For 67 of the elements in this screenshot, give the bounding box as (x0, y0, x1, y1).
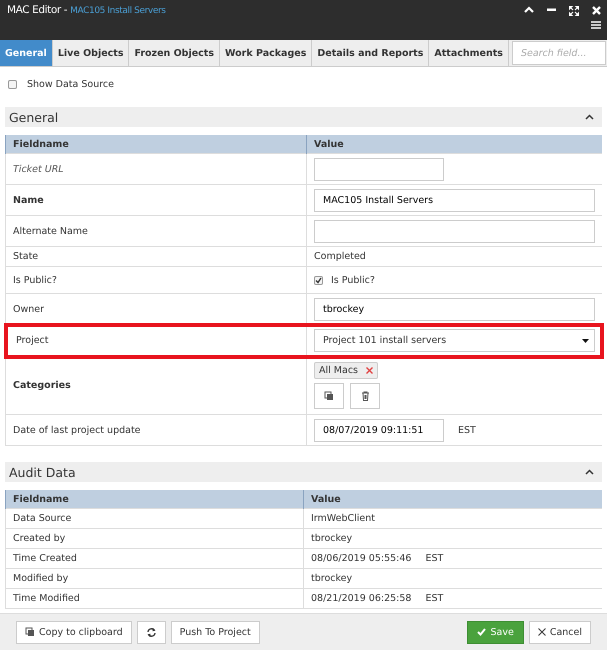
collapse-chevron-icon[interactable] (585, 469, 594, 475)
table-cell: Time Created (6, 548, 304, 568)
section-title: Audit Data (9, 464, 76, 480)
table-cell: IrmWebClient (311, 513, 376, 524)
refresh-button[interactable] (136, 620, 166, 644)
table-cell: 08/06/2019 05:55:46 (311, 553, 412, 564)
delete-button[interactable] (350, 383, 380, 409)
field-label: Name (13, 194, 44, 206)
field-label: Owner (13, 304, 44, 314)
field-label: Date of last project update (13, 424, 141, 436)
close-icon (538, 628, 546, 636)
push-button[interactable]: Push To Project (170, 620, 260, 644)
checkbox-label[interactable]: Is Public? (331, 274, 375, 286)
cancel-button[interactable]: Cancel (528, 620, 591, 644)
section-header[interactable]: Audit Data (5, 462, 602, 482)
column-header: Value (304, 490, 602, 508)
table-cell: tbrockey (311, 533, 352, 544)
field-label: Alternate Name (13, 226, 88, 236)
refresh-icon (146, 626, 157, 638)
section-title: General (9, 110, 58, 124)
tab[interactable]: General (0, 40, 53, 66)
section-header[interactable]: General (5, 107, 602, 127)
table-cell: 08/21/2019 06:25:58 (311, 593, 412, 604)
field-label: Ticket URL (13, 164, 64, 174)
input-field[interactable] (314, 220, 595, 242)
collapse-icon[interactable] (524, 6, 534, 13)
column-header: Value (306, 135, 602, 154)
table-cell: Time Modified (6, 588, 304, 608)
window-title: MAC Editor - (7, 4, 68, 16)
column-header: Fieldname (6, 135, 306, 154)
field-label: Is Public? (13, 274, 57, 286)
search-field[interactable]: Search field... (512, 41, 606, 65)
field-label: State (13, 251, 38, 262)
checkbox-label[interactable]: Show Data Source (27, 78, 114, 90)
copy-icon (324, 391, 334, 401)
close-icon[interactable] (592, 6, 601, 15)
copy-button[interactable] (314, 383, 344, 409)
project-dropdown[interactable]: Project 101 install servers (314, 329, 595, 352)
input-field[interactable]: MAC105 Install Servers (314, 188, 595, 212)
table-cell: Modified by (6, 568, 304, 588)
dropdown-caret-icon[interactable] (582, 338, 589, 342)
check-icon (477, 628, 486, 636)
maximize-icon[interactable] (569, 6, 579, 16)
copy-icon (25, 627, 35, 637)
remove-icon[interactable] (366, 367, 373, 374)
table-cell: Created by (6, 528, 304, 548)
field-label: Categories (13, 380, 71, 391)
copy-button[interactable]: Copy to clipboard (16, 620, 132, 644)
input-field[interactable] (314, 158, 444, 180)
minimize-icon[interactable] (547, 6, 556, 13)
checkbox[interactable] (314, 276, 323, 284)
trash-icon (360, 391, 370, 401)
checkbox[interactable] (8, 80, 17, 88)
window-subtitle: MAC105 Install Servers (70, 6, 166, 16)
timezone-label: EST (425, 553, 444, 564)
collapse-chevron-icon[interactable] (585, 114, 594, 120)
table-cell: tbrockey (311, 573, 352, 584)
category-tag: All Macs (314, 362, 378, 379)
input-field[interactable]: tbrockey (314, 298, 595, 320)
field-label: Project (16, 335, 49, 346)
table-cell: Data Source (6, 508, 304, 528)
column-header: Fieldname (6, 490, 304, 508)
menu-icon[interactable] (591, 21, 601, 29)
input-field[interactable]: 08/07/2019 09:11:51 (314, 418, 444, 442)
timezone-label: EST (425, 593, 444, 604)
timezone-label: EST (458, 424, 476, 436)
field-value: Completed (314, 251, 366, 262)
